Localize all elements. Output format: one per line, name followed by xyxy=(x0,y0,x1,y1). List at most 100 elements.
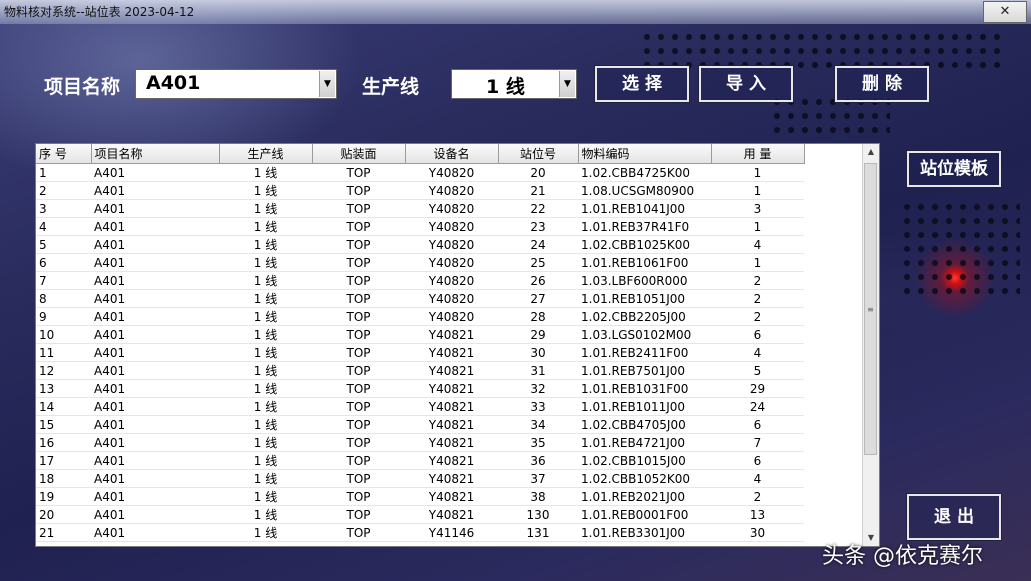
line-label: 生产线 xyxy=(362,76,420,98)
table-row[interactable]: 6 A401 1 线 TOP Y40820 25 1.01.REB1061F00 1 xyxy=(36,253,804,272)
table-row[interactable]: 20 A401 1 线 TOP Y40821 130 1.01.REB0001F00 13 xyxy=(36,505,804,524)
cell-side: TOP xyxy=(312,523,405,542)
cell-index: 13 xyxy=(36,379,91,398)
cell-qty: 5 xyxy=(711,361,804,380)
cell-project: A401 xyxy=(91,325,219,344)
cell-project: A401 xyxy=(91,451,219,470)
table-row[interactable]: 7 A401 1 线 TOP Y40820 26 1.03.LBF600R000 2 xyxy=(36,271,804,290)
col-header-project[interactable]: 项目名称 xyxy=(91,144,220,164)
line-select[interactable]: 1 线 ▼ xyxy=(451,69,577,99)
cell-station: 36 xyxy=(498,451,578,470)
decor-dots-right xyxy=(900,200,1020,300)
cell-index: 15 xyxy=(36,415,91,434)
cell-index: 5 xyxy=(36,235,91,254)
project-value: A401 xyxy=(146,72,201,94)
import-button[interactable]: 导 入 xyxy=(698,65,794,103)
col-header-qty[interactable]: 用 量 xyxy=(711,144,805,164)
table-header-row: 序 号 项目名称 生产线 贴装面 设备名 站位号 物料编码 用 量 xyxy=(36,144,805,164)
cell-project: A401 xyxy=(91,469,219,488)
table-row[interactable]: 15 A401 1 线 TOP Y40821 34 1.02.CBB4705J00 6 xyxy=(36,415,804,434)
table-row[interactable]: 10 A401 1 线 TOP Y40821 29 1.03.LGS0102M00 6 xyxy=(36,325,804,344)
table-row[interactable]: 3 A401 1 线 TOP Y40820 22 1.01.REB1041J00 3 xyxy=(36,199,804,218)
cell-material: 1.01.REB7501J00 xyxy=(578,361,711,380)
cell-index: 7 xyxy=(36,271,91,290)
table-row[interactable]: 8 A401 1 线 TOP Y40820 27 1.01.REB1051J00 2 xyxy=(36,289,804,308)
delete-button[interactable]: 删 除 xyxy=(834,65,930,103)
col-header-station[interactable]: 站位号 xyxy=(498,144,579,164)
cell-project: A401 xyxy=(91,307,219,326)
col-header-index[interactable]: 序 号 xyxy=(36,144,92,164)
station-table[interactable]: 序 号 项目名称 生产线 贴装面 设备名 站位号 物料编码 用 量 1 A401 1… xyxy=(35,143,880,547)
cell-material: 1.02.CBB1025K00 xyxy=(578,235,711,254)
cell-qty: 1 xyxy=(711,181,804,200)
cell-index: 1 xyxy=(36,163,91,182)
table-row[interactable]: 21 A401 1 线 TOP Y41146 131 1.01.REB3301J00 30 xyxy=(36,523,804,542)
col-header-side[interactable]: 贴装面 xyxy=(312,144,406,164)
close-button[interactable]: ✕ xyxy=(983,1,1027,23)
table-row[interactable]: 5 A401 1 线 TOP Y40820 24 1.02.CBB1025K00 4 xyxy=(36,235,804,254)
table-row[interactable]: 14 A401 1 线 TOP Y40821 33 1.01.REB1011J00 24 xyxy=(36,397,804,416)
vertical-scrollbar[interactable]: ▲ ≡ ▼ xyxy=(862,144,879,546)
cell-qty: 6 xyxy=(711,415,804,434)
cell-qty: 2 xyxy=(711,487,804,506)
cell-project: A401 xyxy=(91,505,219,524)
cell-project: A401 xyxy=(91,163,219,182)
project-select[interactable]: A401 ▼ xyxy=(135,69,337,99)
cell-station: 32 xyxy=(498,379,578,398)
cell-index: 2 xyxy=(36,181,91,200)
col-header-device[interactable]: 设备名 xyxy=(405,144,499,164)
cell-material: 1.01.REB4721J00 xyxy=(578,433,711,452)
cell-side: TOP xyxy=(312,505,405,524)
cell-material: 1.01.REB37R41F0 xyxy=(578,217,711,236)
table-row[interactable]: 9 A401 1 线 TOP Y40820 28 1.02.CBB2205J00 2 xyxy=(36,307,804,326)
cell-line: 1 线 xyxy=(219,325,312,344)
table-row[interactable]: 1 A401 1 线 TOP Y40820 20 1.02.CBB4725K00 1 xyxy=(36,163,804,182)
decor-dots-top xyxy=(640,30,1000,70)
cell-station: 24 xyxy=(498,235,578,254)
chevron-down-icon[interactable]: ▼ xyxy=(319,71,335,97)
cell-side: TOP xyxy=(312,307,405,326)
scroll-up-icon[interactable]: ▲ xyxy=(863,144,879,160)
cell-device: Y40820 xyxy=(405,253,498,272)
cell-index: 9 xyxy=(36,307,91,326)
cell-device: Y40821 xyxy=(405,469,498,488)
cell-project: A401 xyxy=(91,199,219,218)
cell-line: 1 线 xyxy=(219,487,312,506)
col-header-line[interactable]: 生产线 xyxy=(219,144,313,164)
table-row[interactable]: 13 A401 1 线 TOP Y40821 32 1.01.REB1031F00 29 xyxy=(36,379,804,398)
cell-qty: 6 xyxy=(711,451,804,470)
cell-line: 1 线 xyxy=(219,379,312,398)
cell-device: Y40821 xyxy=(405,397,498,416)
table-row[interactable]: 2 A401 1 线 TOP Y40820 21 1.08.UCSGM80900 1 xyxy=(36,181,804,200)
title-bar: 物料核对系统--站位表 2023-04-12 ✕ xyxy=(0,0,1031,24)
chevron-down-icon[interactable]: ▼ xyxy=(559,71,575,97)
cell-material: 1.01.REB2021J00 xyxy=(578,487,711,506)
table-row[interactable]: 16 A401 1 线 TOP Y40821 35 1.01.REB4721J00 7 xyxy=(36,433,804,452)
cell-station: 30 xyxy=(498,343,578,362)
table-row[interactable]: 18 A401 1 线 TOP Y40821 37 1.02.CBB1052K00 4 xyxy=(36,469,804,488)
table-row[interactable]: 4 A401 1 线 TOP Y40820 23 1.01.REB37R41F0 1 xyxy=(36,217,804,236)
cell-device: Y40821 xyxy=(405,343,498,362)
col-header-material[interactable]: 物料编码 xyxy=(578,144,712,164)
cell-station: 35 xyxy=(498,433,578,452)
table-row[interactable]: 11 A401 1 线 TOP Y40821 30 1.01.REB2411F00 4 xyxy=(36,343,804,362)
select-button[interactable]: 选 择 xyxy=(594,65,690,103)
cell-line: 1 线 xyxy=(219,433,312,452)
cell-line: 1 线 xyxy=(219,469,312,488)
cell-line: 1 线 xyxy=(219,451,312,470)
cell-qty: 1 xyxy=(711,253,804,272)
table-row[interactable]: 17 A401 1 线 TOP Y40821 36 1.02.CBB1015J00 6 xyxy=(36,451,804,470)
table-row[interactable]: 19 A401 1 线 TOP Y40821 38 1.01.REB2021J00 2 xyxy=(36,487,804,506)
table-row[interactable]: 12 A401 1 线 TOP Y40821 31 1.01.REB7501J00 5 xyxy=(36,361,804,380)
cell-side: TOP xyxy=(312,271,405,290)
cell-station: 20 xyxy=(498,163,578,182)
scroll-thumb[interactable]: ≡ xyxy=(864,163,877,455)
cell-project: A401 xyxy=(91,415,219,434)
cell-qty: 4 xyxy=(711,469,804,488)
cell-project: A401 xyxy=(91,253,219,272)
cell-side: TOP xyxy=(312,199,405,218)
exit-button[interactable]: 退 出 xyxy=(906,493,1002,541)
station-template-button[interactable]: 站位模板 xyxy=(906,150,1002,188)
window-title: 物料核对系统--站位表 2023-04-12 xyxy=(4,5,195,19)
cell-project: A401 xyxy=(91,379,219,398)
